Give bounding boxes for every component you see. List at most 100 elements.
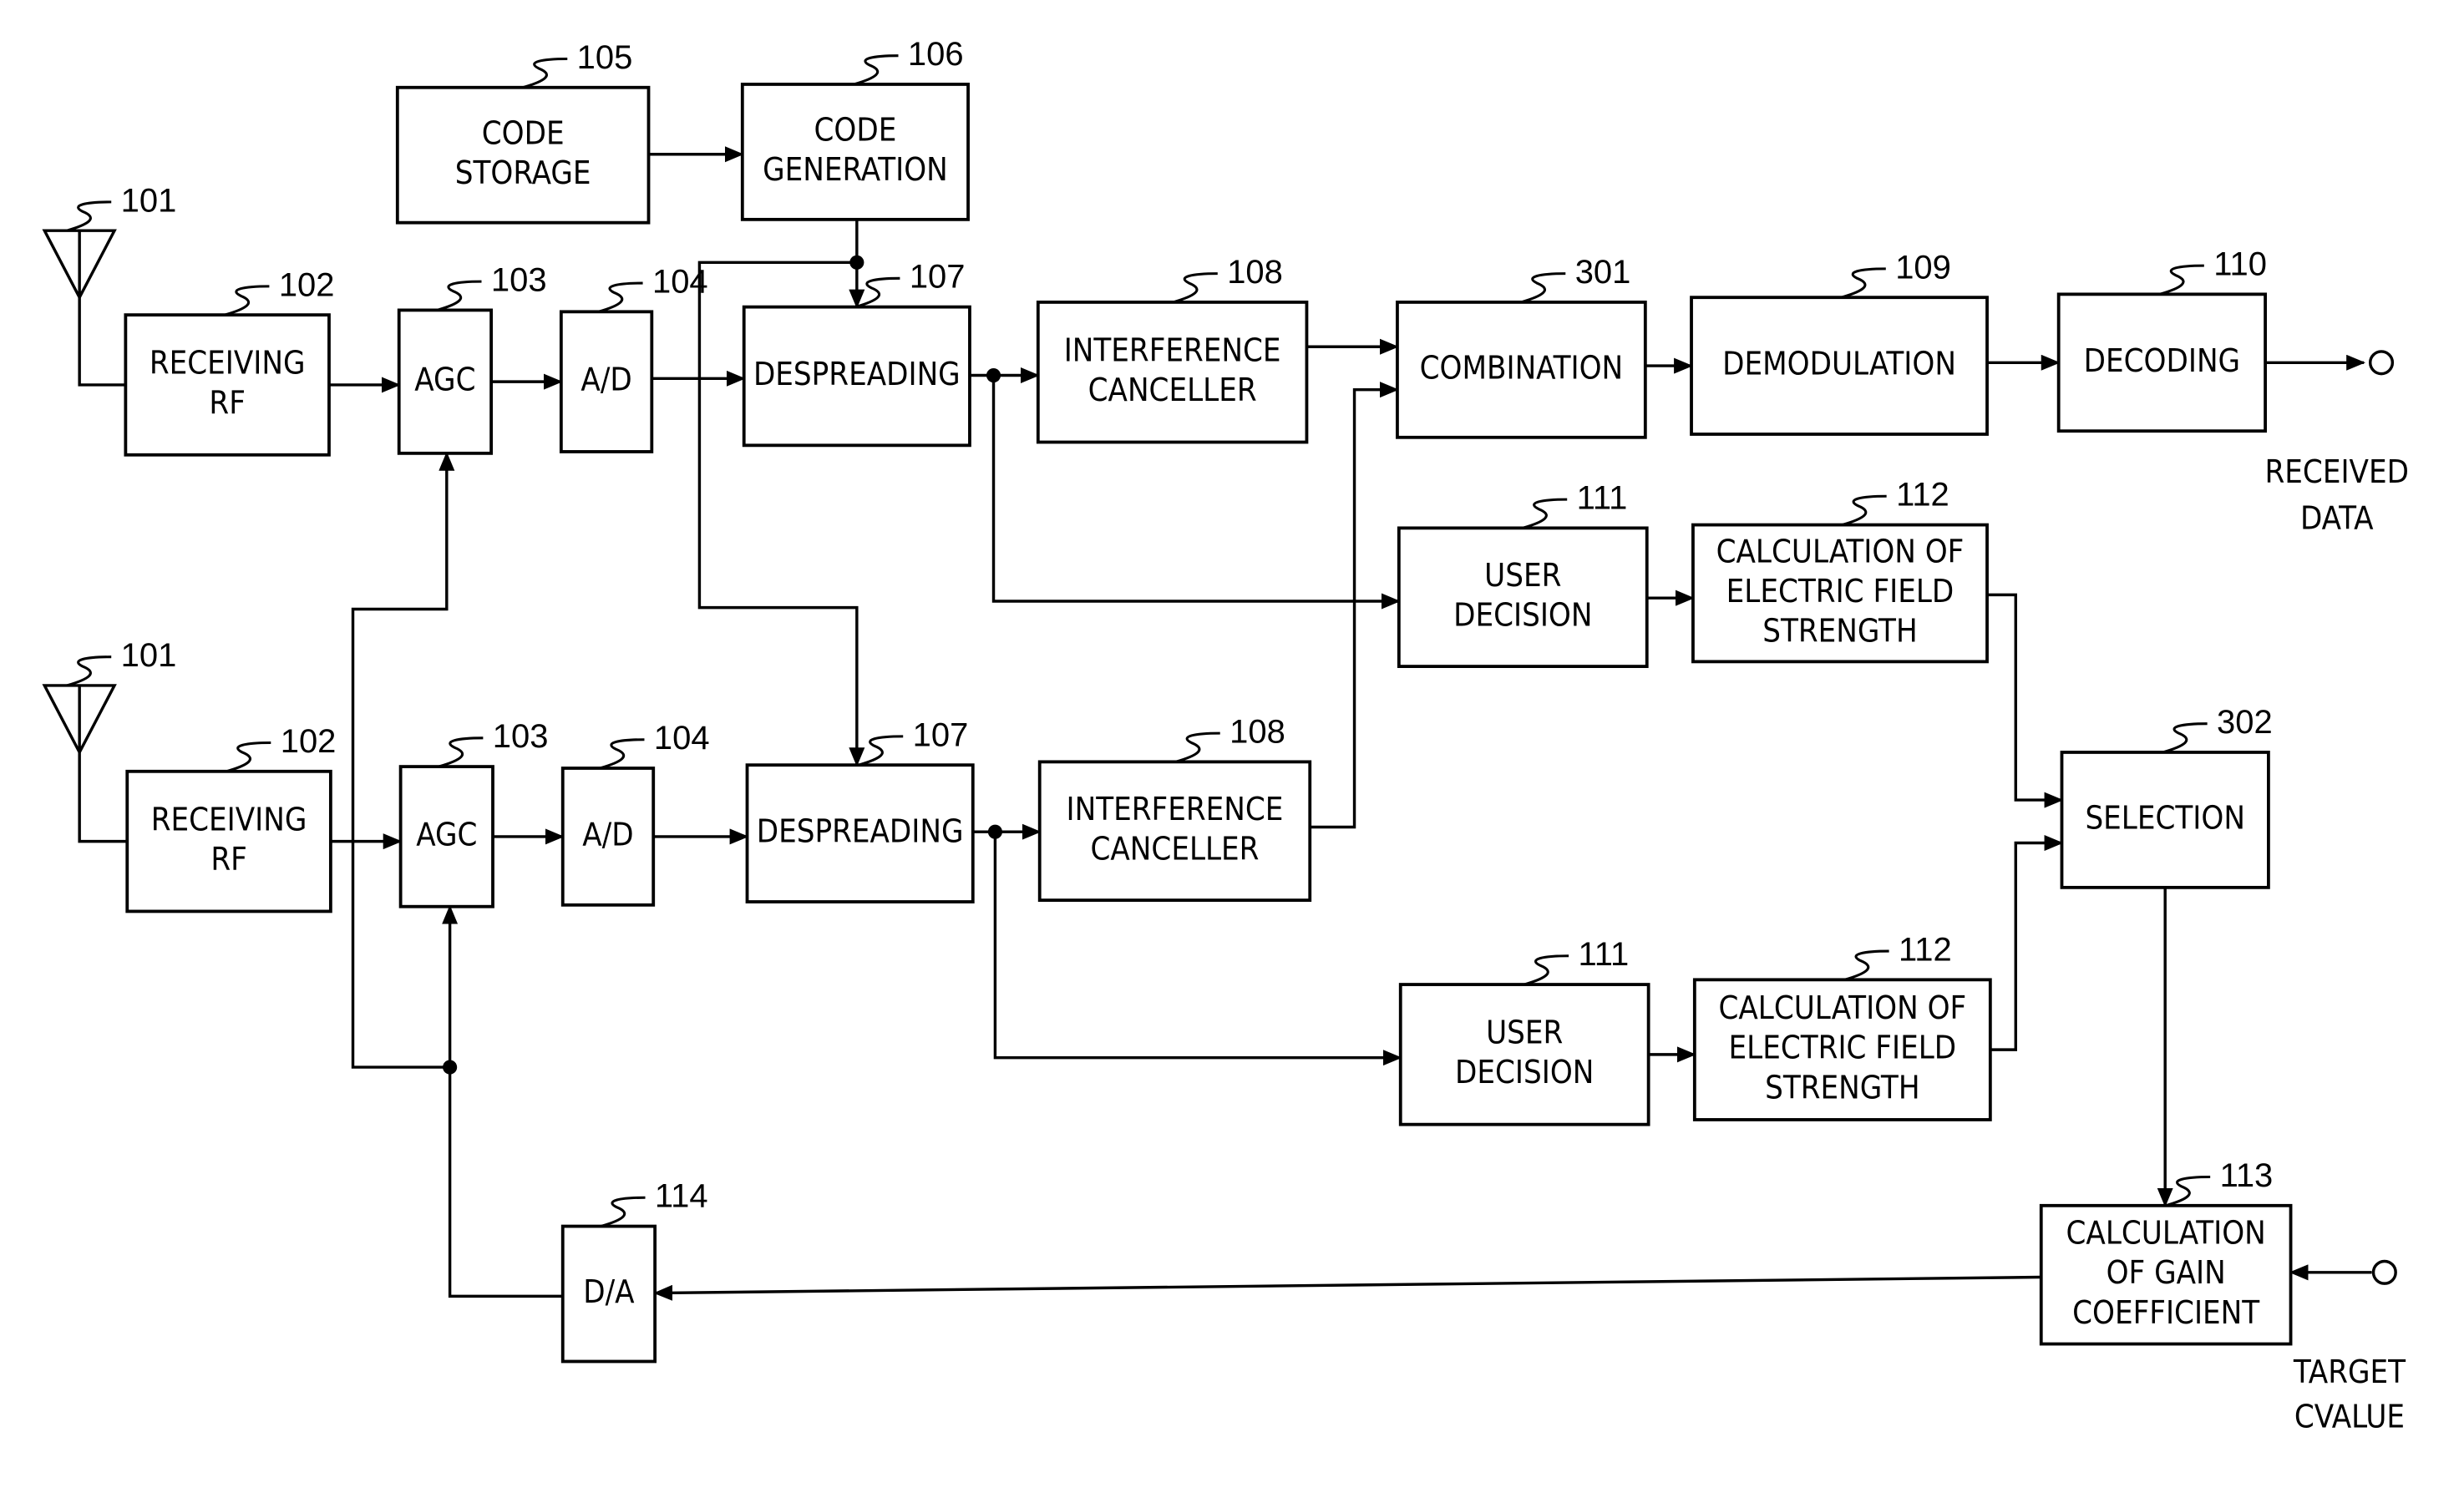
demodulation-block: DEMODULATION 109 xyxy=(1690,249,1989,436)
receiving-rf-2-block: RECEIVINGRF 102 xyxy=(125,723,337,913)
reference-number: 104 xyxy=(654,720,710,757)
despreading-2-block: DESPREADING 107 xyxy=(745,716,975,903)
leader-line xyxy=(1520,272,1566,304)
leader-line xyxy=(1841,494,1887,527)
signal-wire xyxy=(78,752,128,843)
leader-line xyxy=(66,200,112,232)
antenna-icon xyxy=(42,684,117,756)
reference-number: 111 xyxy=(1577,480,1628,517)
code-generation-block: CODEGENERATION 106 xyxy=(740,36,970,221)
block-label: AGC xyxy=(416,816,477,853)
signal-wire xyxy=(442,904,563,1298)
block-label: CANCELLER xyxy=(1090,831,1259,868)
reference-number: 111 xyxy=(1579,936,1630,973)
field-strength-2-block: CALCULATION OF ELECTRIC FIELDSTRENGTH 112 xyxy=(1692,931,1992,1121)
block-label: ELECTRIC FIELD xyxy=(1729,1030,1957,1066)
block-label: CALCULATION xyxy=(2066,1215,2266,1252)
block-label: RECEIVING xyxy=(150,345,306,382)
reference-number: 102 xyxy=(279,266,335,303)
signal-wire xyxy=(1987,593,2064,808)
block-label: INTERFERENCE xyxy=(1064,331,1281,368)
signal-wire xyxy=(1990,835,2064,1051)
block-label: CODE xyxy=(814,112,897,149)
block-label: INTERFERENCE xyxy=(1067,791,1284,827)
reference-number: 101 xyxy=(121,637,177,674)
block-label: RF xyxy=(210,841,246,878)
block-label: COMBINATION xyxy=(1420,349,1624,386)
leader-line xyxy=(438,736,484,768)
leader-line xyxy=(2159,264,2204,296)
reference-number: 103 xyxy=(493,718,549,755)
target-value-label-line2: CVALUE xyxy=(2294,1399,2405,1435)
signal-wire xyxy=(653,1275,2041,1301)
block-label: CODE xyxy=(482,114,565,151)
junction-dot xyxy=(443,1060,458,1075)
reference-number: 107 xyxy=(913,716,969,753)
reference-number: 105 xyxy=(577,39,633,76)
leader-line xyxy=(522,57,568,89)
leader-line xyxy=(1524,954,1569,986)
leader-line xyxy=(1522,498,1568,529)
block-label: SELECTION xyxy=(2085,799,2244,836)
block-label: STRENGTH xyxy=(1765,1069,1919,1106)
block-label: RECEIVING xyxy=(151,801,307,838)
junction-dot xyxy=(987,824,1002,839)
antenna-2-block: 101 xyxy=(42,637,177,756)
selection-block: SELECTION 302 xyxy=(2060,704,2273,889)
block-label: STRENGTH xyxy=(1762,613,1917,650)
block-label: DEMODULATION xyxy=(1722,346,1956,382)
receiving-rf-1-block: RECEIVINGRF 102 xyxy=(124,266,335,457)
junction-dot xyxy=(849,255,864,270)
leader-line xyxy=(1843,949,1889,981)
agc-2-block: AGC 103 xyxy=(398,718,549,908)
block-label: A/D xyxy=(581,362,631,398)
leader-line xyxy=(599,738,645,770)
leader-line xyxy=(600,1196,646,1228)
da-block: D/A 114 xyxy=(560,1178,708,1364)
block-label: RF xyxy=(209,384,245,421)
leader-line xyxy=(224,285,270,316)
interference-canceller-1-block: INTERFERENCE CANCELLER 108 xyxy=(1036,254,1309,444)
reference-number: 302 xyxy=(2217,704,2273,741)
block-label: CALCULATION OF xyxy=(1718,989,1966,1026)
antenna-icon xyxy=(42,229,117,301)
blocks: CODESTORAGE105CODEGENERATION106101RECEIV… xyxy=(42,36,2293,1364)
combination-block: COMBINATION 301 xyxy=(1396,254,1647,439)
ad-1-block: A/D 104 xyxy=(559,263,708,453)
leader-line xyxy=(436,280,482,311)
block-label: GENERATION xyxy=(763,151,948,188)
leader-line xyxy=(854,276,900,309)
reference-number: 109 xyxy=(1895,249,1951,286)
reference-number: 112 xyxy=(1899,931,1952,968)
block-label: D/A xyxy=(583,1273,635,1310)
leader-line xyxy=(226,741,271,773)
reference-number: 104 xyxy=(652,263,708,300)
block-label: CALCULATION OF xyxy=(1716,533,1965,569)
block-label: COEFFICIENT xyxy=(2072,1294,2260,1331)
received-data-label-line1: RECEIVED xyxy=(2265,453,2409,490)
decoding-block: DECODING 110 xyxy=(2056,246,2267,433)
leader-line xyxy=(853,54,899,86)
output-terminal xyxy=(2368,350,2395,376)
ad-2-block: A/D 104 xyxy=(560,720,710,907)
reference-number: 101 xyxy=(121,182,177,219)
reference-number: 113 xyxy=(2220,1157,2274,1194)
interference-canceller-2-block: INTERFERENCE CANCELLER 108 xyxy=(1037,714,1312,902)
leader-line xyxy=(858,735,904,767)
block-label: DECISION xyxy=(1455,1054,1594,1091)
agc-1-block: AGC 103 xyxy=(397,262,547,455)
reference-number: 112 xyxy=(1896,477,1949,514)
block-label: USER xyxy=(1486,1015,1563,1051)
received-data-label-line2: DATA xyxy=(2300,499,2374,536)
block-label: DECODING xyxy=(2084,342,2240,379)
block-label: USER xyxy=(1484,557,1561,594)
junction-dot xyxy=(986,367,1001,383)
signal-wire xyxy=(1310,382,1399,829)
reference-number: 103 xyxy=(491,262,547,299)
signal-wire xyxy=(351,451,455,1069)
reference-number: 102 xyxy=(281,723,337,760)
block-diagram: CODESTORAGE105CODEGENERATION106101RECEIV… xyxy=(42,36,2409,1435)
user-decision-2-block: USERDECISION 111 xyxy=(1398,936,1650,1126)
block-label: ELECTRIC FIELD xyxy=(1726,573,1954,610)
field-strength-1-block: CALCULATION OF ELECTRIC FIELDSTRENGTH 112 xyxy=(1691,477,1989,664)
